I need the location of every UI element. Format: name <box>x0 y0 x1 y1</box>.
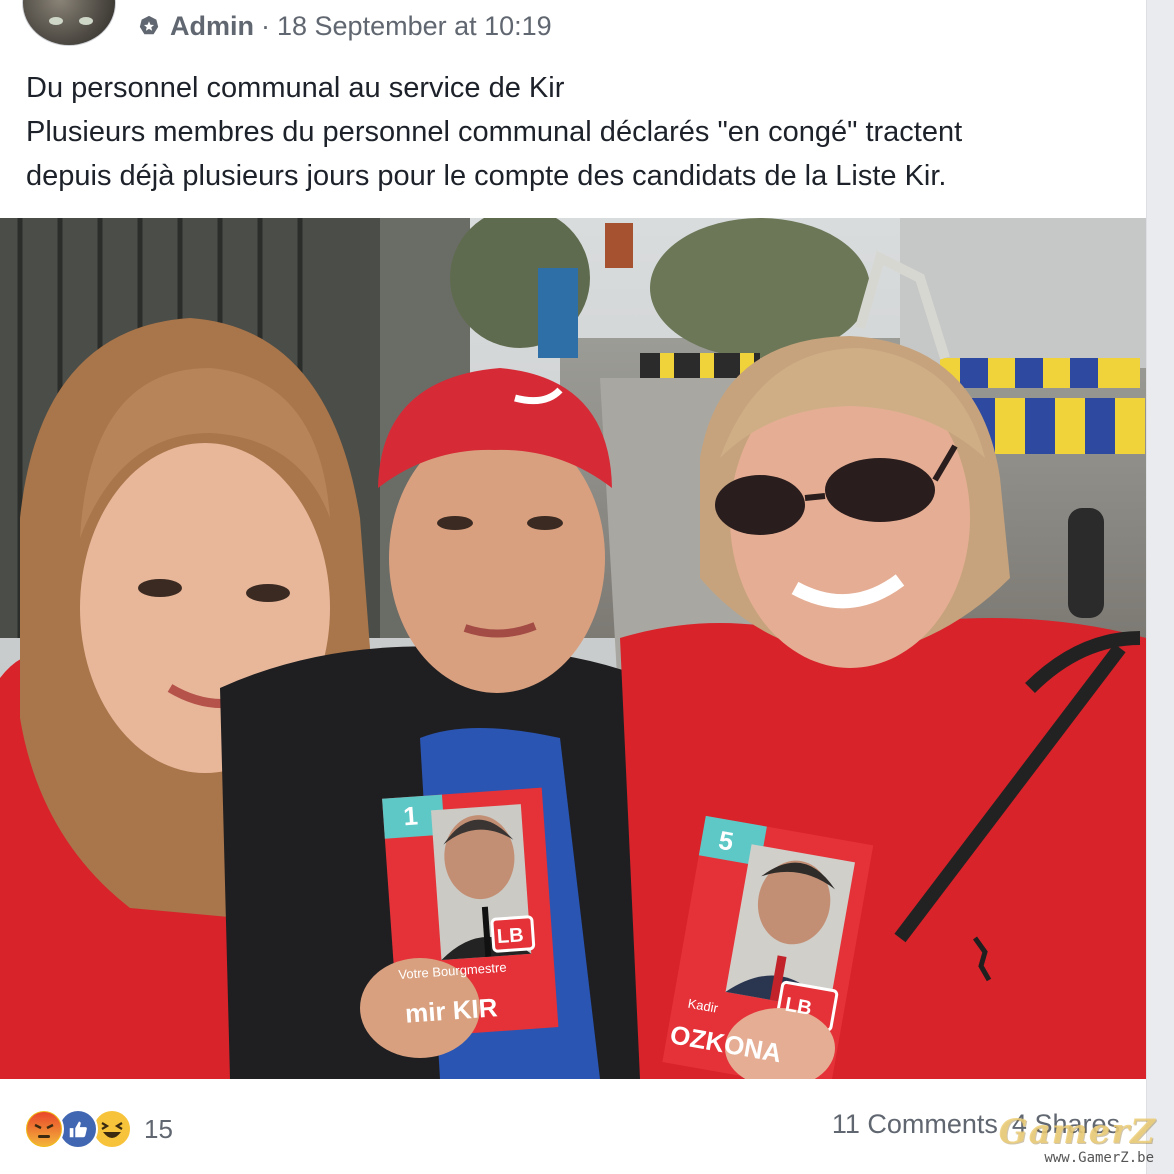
post-text-line: Plusieurs membres du personnel communal … <box>26 116 963 148</box>
post-text-line: depuis déjà plusieurs jours pour le comp… <box>26 160 947 192</box>
avatar-eye <box>79 17 93 25</box>
flyer-number: 1 <box>402 800 419 831</box>
admin-badge-icon <box>139 15 159 35</box>
reaction-summary[interactable]: 15 <box>24 1109 173 1149</box>
haha-reaction-icon <box>92 1109 132 1149</box>
author-name[interactable]: Admin <box>170 11 254 42</box>
flyer-logo: LB <box>783 994 813 1020</box>
page-background-strip <box>1147 0 1174 1174</box>
avatar-eye <box>49 17 63 25</box>
watermark-url: www.GamerZ.be <box>1044 1150 1154 1166</box>
watermark-logo: GamerZ <box>998 1112 1156 1152</box>
post-footer: 15 11 Comments 4 Shares <box>0 1079 1146 1174</box>
post-timestamp[interactable]: 18 September at 10:19 <box>277 11 552 42</box>
photo-illustration: 1LBVotre Bourgmestremir KIR5LBKadirOZKON… <box>0 218 1146 1079</box>
post-card: Admin · 18 September at 10:19 Du personn… <box>0 0 1147 1174</box>
comments-count-link[interactable]: 11 Comments <box>832 1109 998 1140</box>
post-header: Admin · 18 September at 10:19 <box>138 8 552 44</box>
reaction-count: 15 <box>144 1113 173 1144</box>
post-photo[interactable]: 1 LB Votre Bourgmestre mir KIR 5 LB Kadir OZKON… <box>0 218 1146 1079</box>
angry-reaction-icon <box>24 1109 64 1149</box>
header-separator: · <box>261 10 270 41</box>
flyer-logo: LB <box>496 924 524 948</box>
post-text: Du personnel communal au service de Kir … <box>26 66 1126 198</box>
avatar[interactable] <box>22 0 116 46</box>
post-text-line: Du personnel communal au service de Kir <box>26 72 565 104</box>
like-reaction-icon <box>58 1109 98 1149</box>
